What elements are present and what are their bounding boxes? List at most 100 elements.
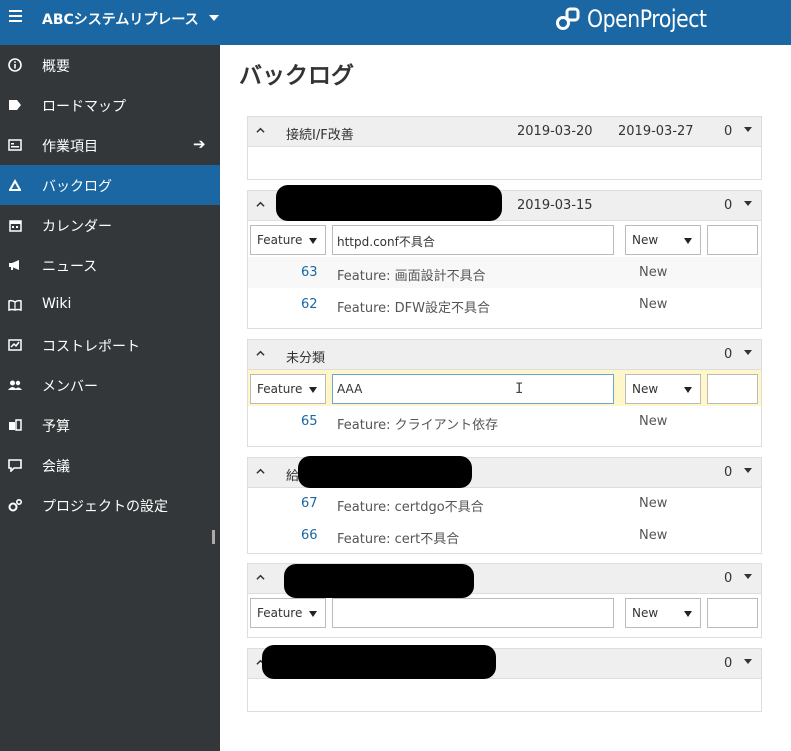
hamburger-menu-icon[interactable] bbox=[9, 10, 22, 22]
story-subject[interactable]: Feature: クライアント依存 bbox=[337, 414, 498, 433]
story-id-link[interactable]: 62 bbox=[301, 297, 318, 312]
chevron-up-icon[interactable] bbox=[256, 126, 265, 135]
redaction-mark bbox=[284, 564, 474, 598]
type-select-value: Feature bbox=[257, 233, 303, 247]
story-subject[interactable]: Feature: cert不具合 bbox=[337, 528, 459, 547]
story-row[interactable]: 66 Feature: cert不具合 New bbox=[248, 520, 761, 552]
sprint-header: 0 bbox=[248, 564, 761, 598]
page-title: バックログ bbox=[239, 63, 354, 89]
type-select[interactable]: Feature bbox=[250, 225, 326, 255]
sidebar-item-roadmap[interactable]: ロードマップ bbox=[0, 85, 220, 125]
sidebar-item-calendar[interactable]: カレンダー bbox=[0, 205, 220, 245]
story-row[interactable]: 63 Feature: 画面設計不具合 New bbox=[248, 257, 761, 289]
sprint-panel: 2019-03-15 0 Feature httpd.conf不具合 New 6… bbox=[247, 185, 762, 329]
status-select[interactable]: New bbox=[625, 225, 701, 255]
redaction-mark bbox=[298, 456, 472, 488]
status-select-value: New bbox=[632, 382, 659, 396]
subject-input[interactable]: httpd.conf不具合 bbox=[332, 225, 614, 255]
chevron-down-icon[interactable] bbox=[209, 15, 219, 21]
type-select[interactable]: Feature bbox=[250, 598, 326, 628]
sidebar-item-overview[interactable]: 概要 bbox=[0, 45, 220, 85]
story-row[interactable]: 62 Feature: DFW設定不具合 New bbox=[248, 289, 761, 321]
sprint-points: 0 bbox=[724, 465, 733, 480]
sidebar-item-project-settings[interactable]: プロジェクトの設定 bbox=[0, 485, 220, 525]
dropdown-caret-icon bbox=[309, 238, 317, 244]
sprint-menu-caret-icon[interactable] bbox=[744, 350, 752, 355]
work-packages-icon bbox=[8, 138, 22, 152]
sprint-header: 未分類 0 bbox=[248, 340, 761, 370]
sidebar-resize-handle[interactable] bbox=[212, 530, 215, 544]
sidebar-item-members[interactable]: メンバー bbox=[0, 365, 220, 405]
chevron-up-icon[interactable] bbox=[256, 573, 265, 582]
new-story-row: Feature AAA I New bbox=[248, 370, 761, 406]
chevron-up-icon[interactable] bbox=[256, 349, 265, 358]
subject-input[interactable]: AAA bbox=[332, 374, 614, 404]
sidebar-item-work-packages[interactable]: 作業項目 ➔ bbox=[0, 125, 220, 165]
sprint-start-date[interactable]: 2019-03-20 bbox=[517, 124, 593, 139]
sidebar-item-label: ロードマップ bbox=[42, 99, 126, 115]
sprint-panel: 接続I/F改善 2019-03-20 2019-03-27 0 bbox=[247, 116, 762, 180]
sprint-menu-caret-icon[interactable] bbox=[744, 127, 752, 132]
story-id-link[interactable]: 66 bbox=[301, 528, 318, 543]
subject-input[interactable] bbox=[332, 598, 614, 628]
story-subject[interactable]: Feature: DFW設定不具合 bbox=[337, 297, 490, 316]
status-select-value: New bbox=[632, 233, 659, 247]
sidebar-item-budgets[interactable]: 予算 bbox=[0, 405, 220, 445]
sprint-points: 0 bbox=[724, 347, 733, 362]
sprint-menu-caret-icon[interactable] bbox=[744, 574, 752, 579]
sprint-name[interactable]: 未分類 bbox=[286, 347, 325, 366]
story-row[interactable]: 65 Feature: クライアント依存 New bbox=[248, 406, 761, 438]
sidebar-item-label: 予算 bbox=[42, 419, 70, 435]
sidebar-item-label: 概要 bbox=[42, 59, 70, 75]
project-selector[interactable]: ABCシステムリプレース bbox=[42, 9, 199, 29]
status-select[interactable]: New bbox=[625, 374, 701, 404]
story-status[interactable]: New bbox=[639, 414, 667, 429]
new-story-row: Feature httpd.conf不具合 New bbox=[248, 221, 761, 257]
sprint-menu-caret-icon[interactable] bbox=[744, 659, 752, 664]
sprint-menu-caret-icon[interactable] bbox=[744, 201, 752, 206]
tag-icon bbox=[8, 98, 22, 112]
story-subject[interactable]: Feature: certdgo不具合 bbox=[337, 496, 484, 515]
story-id-link[interactable]: 65 bbox=[301, 414, 318, 429]
story-subject[interactable]: Feature: 画面設計不具合 bbox=[337, 265, 486, 284]
dropdown-caret-icon bbox=[684, 611, 692, 617]
sprint-panel: 0 Feature New bbox=[247, 563, 762, 638]
story-status[interactable]: New bbox=[639, 496, 667, 511]
story-status[interactable]: New bbox=[639, 265, 667, 280]
logo-text: OpenProject bbox=[587, 5, 707, 33]
sprint-menu-caret-icon[interactable] bbox=[744, 468, 752, 473]
meetings-icon bbox=[8, 458, 22, 472]
backlogs-icon bbox=[8, 178, 22, 192]
status-select[interactable]: New bbox=[625, 598, 701, 628]
story-id-link[interactable]: 67 bbox=[301, 496, 318, 511]
new-story-row: Feature New bbox=[248, 594, 761, 630]
openproject-logo-icon bbox=[556, 7, 580, 30]
sprint-start-date[interactable]: 2019-03-15 bbox=[517, 198, 593, 213]
redaction-mark bbox=[262, 645, 496, 679]
sprint-end-date[interactable]: 2019-03-27 bbox=[618, 124, 694, 139]
story-id-link[interactable]: 63 bbox=[301, 265, 318, 280]
story-row[interactable]: 67 Feature: certdgo不具合 New bbox=[248, 488, 761, 520]
story-points-input[interactable] bbox=[707, 598, 758, 628]
story-points-input[interactable] bbox=[707, 374, 758, 404]
type-select[interactable]: Feature bbox=[250, 374, 326, 404]
members-icon bbox=[8, 378, 22, 392]
chevron-up-icon[interactable] bbox=[256, 200, 265, 209]
chevron-up-icon[interactable] bbox=[256, 467, 265, 476]
sidebar-item-meetings[interactable]: 会議 bbox=[0, 445, 220, 485]
status-select-value: New bbox=[632, 606, 659, 620]
sidebar-item-cost-reports[interactable]: コストレポート bbox=[0, 325, 220, 365]
story-status[interactable]: New bbox=[639, 528, 667, 543]
story-status[interactable]: New bbox=[639, 297, 667, 312]
sprint-header: 0 bbox=[248, 645, 761, 679]
story-points-input[interactable] bbox=[707, 225, 758, 255]
openproject-logo[interactable]: OpenProject bbox=[555, 4, 728, 34]
dropdown-caret-icon bbox=[684, 387, 692, 393]
sprint-panel: 給 0 67 Feature: certdgo不具合 New 66 Featur… bbox=[247, 456, 762, 554]
sidebar-item-label: メンバー bbox=[42, 379, 98, 395]
sidebar-item-news[interactable]: ニュース bbox=[0, 245, 220, 285]
arrow-right-icon[interactable]: ➔ bbox=[193, 135, 206, 153]
sprint-name[interactable]: 接続I/F改善 bbox=[286, 124, 354, 143]
sidebar-item-backlogs[interactable]: バックログ bbox=[0, 165, 220, 205]
sidebar-item-wiki[interactable]: Wiki bbox=[0, 285, 220, 325]
